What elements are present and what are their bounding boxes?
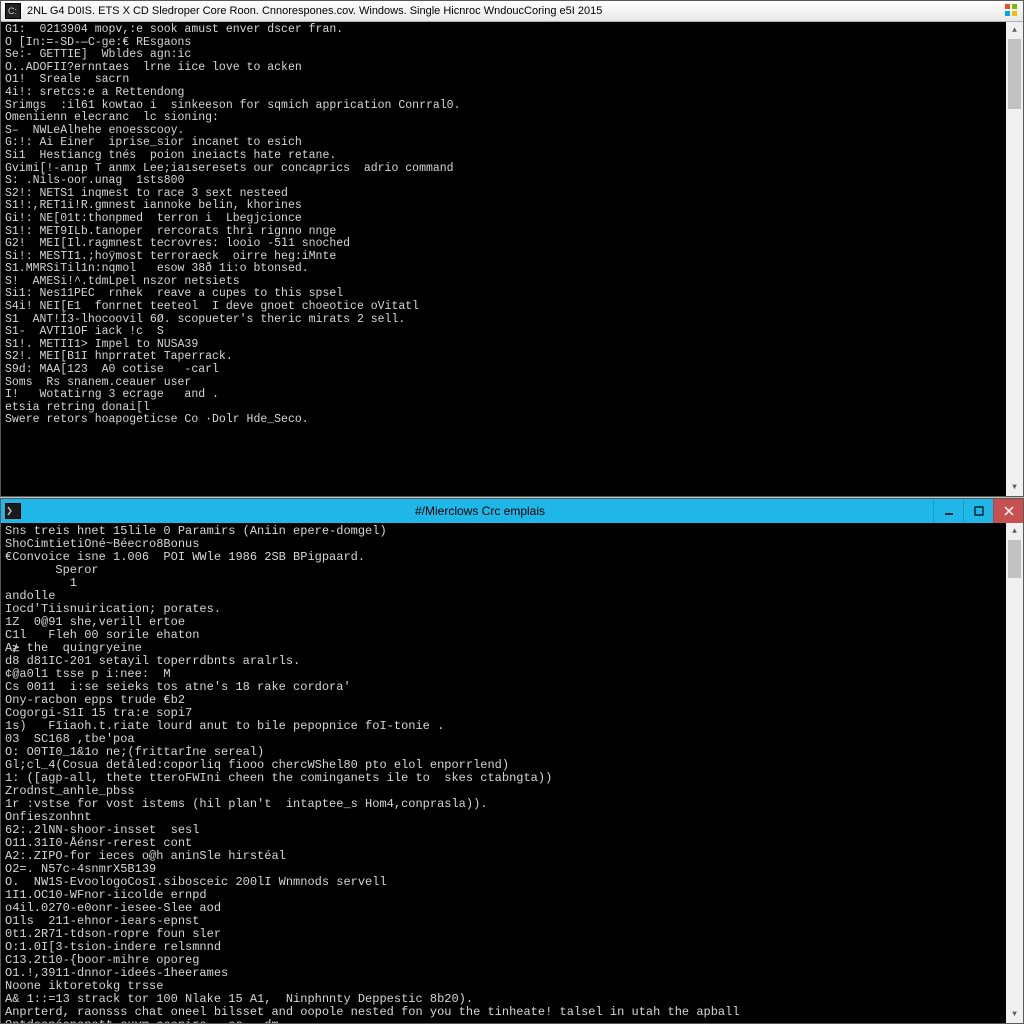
- scroll-up-button[interactable]: ▲: [1006, 523, 1023, 540]
- svg-text:C:: C:: [8, 6, 17, 16]
- top-terminal-window: C: 2NL G4 D0IS. ETS X CD Sledroper Core …: [0, 0, 1024, 497]
- scroll-thumb[interactable]: [1008, 39, 1021, 109]
- scroll-up-button[interactable]: ▲: [1006, 22, 1023, 39]
- minimize-button[interactable]: [933, 499, 963, 523]
- top-scrollbar[interactable]: ▲ ▼: [1006, 22, 1023, 496]
- scroll-down-button[interactable]: ▼: [1006, 1006, 1023, 1023]
- top-console-output: G1: 0213904 mopv,:e sook amust enver dsc…: [1, 22, 1006, 496]
- maximize-button[interactable]: [963, 499, 993, 523]
- bottom-window-title: #/Mierclows Crc emplais: [25, 504, 933, 518]
- scroll-track[interactable]: [1006, 540, 1023, 1006]
- bottom-window-controls: [933, 499, 1023, 523]
- cmd-icon: [5, 503, 21, 519]
- scroll-down-button[interactable]: ▼: [1006, 479, 1023, 496]
- top-titlebar[interactable]: C: 2NL G4 D0IS. ETS X CD Sledroper Core …: [1, 1, 1023, 22]
- top-window-title: 2NL G4 D0IS. ETS X CD Sledroper Core Roo…: [25, 5, 1003, 17]
- cmd-icon: C:: [5, 3, 21, 19]
- bottom-console-output: Sns treis hnet 15lile 0 Paramirs (Aniin …: [1, 523, 1006, 1023]
- close-button[interactable]: [993, 499, 1023, 523]
- bottom-terminal-window: #/Mierclows Crc emplais Sns treis hnet 1…: [0, 498, 1024, 1024]
- shield-icon: [1003, 2, 1021, 20]
- bottom-console-body: Sns treis hnet 15lile 0 Paramirs (Aniin …: [1, 523, 1023, 1023]
- scroll-thumb[interactable]: [1008, 540, 1021, 578]
- bottom-scrollbar[interactable]: ▲ ▼: [1006, 523, 1023, 1023]
- bottom-titlebar[interactable]: #/Mierclows Crc emplais: [1, 499, 1023, 523]
- top-console-body: G1: 0213904 mopv,:e sook amust enver dsc…: [1, 22, 1023, 496]
- scroll-track[interactable]: [1006, 39, 1023, 479]
